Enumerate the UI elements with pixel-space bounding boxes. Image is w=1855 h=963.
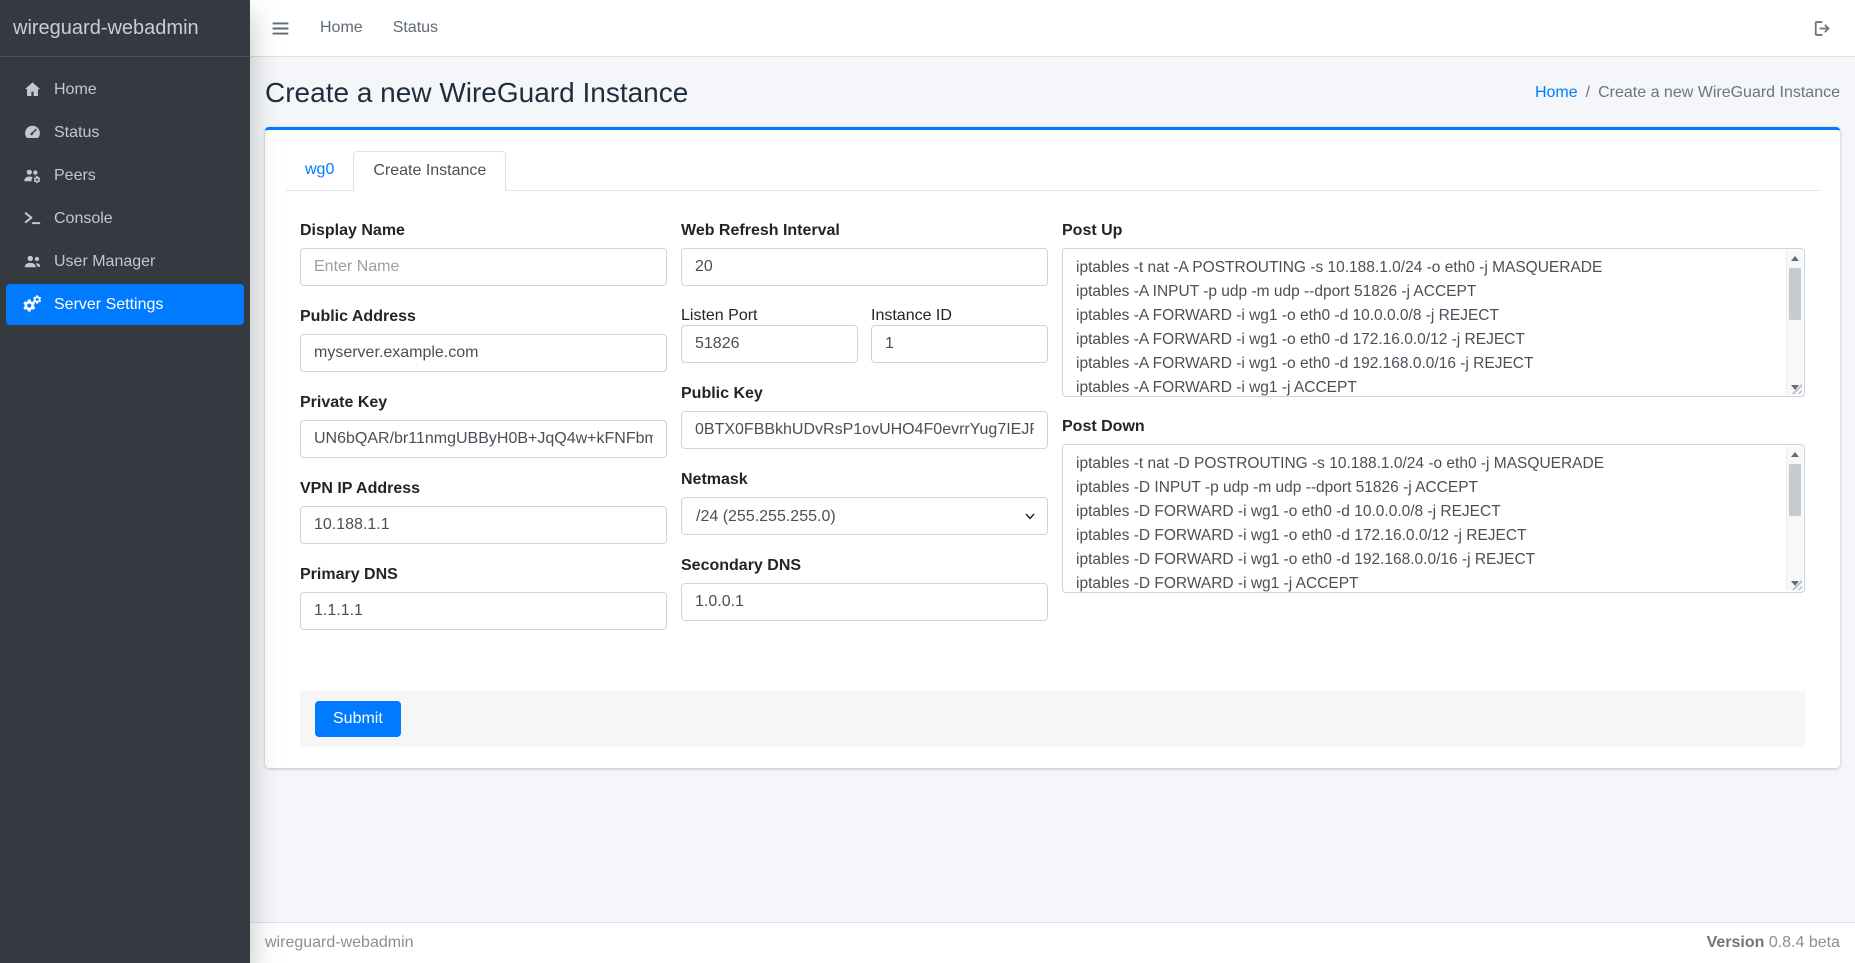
home-icon <box>20 80 45 99</box>
primary-dns-input[interactable] <box>300 592 667 630</box>
brand-text: wireguard-webadmin <box>13 17 199 40</box>
sidebar-item-console[interactable]: Console <box>6 198 244 239</box>
secondary-dns-input[interactable] <box>681 583 1048 621</box>
display-name-label: Display Name <box>300 221 667 240</box>
sidebar-menu: Home Status <box>0 57 250 325</box>
gears-icon <box>20 295 45 314</box>
public-key-label: Public Key <box>681 384 1048 403</box>
post-up-content: iptables -t nat -A POSTROUTING -s 10.188… <box>1063 249 1804 396</box>
sidebar-item-label: Status <box>54 122 99 143</box>
content: Create a new WireGuard Instance Home / C… <box>250 57 1855 922</box>
tab-wg0[interactable]: wg0 <box>286 151 353 190</box>
breadcrumb-current: Create a new WireGuard Instance <box>1598 84 1840 102</box>
post-down-content: iptables -t nat -D POSTROUTING -s 10.188… <box>1063 445 1804 592</box>
sidebar-item-server-settings[interactable]: Server Settings <box>6 284 244 325</box>
listen-port-input[interactable] <box>681 325 858 363</box>
sidebar-item-label: Peers <box>54 165 96 186</box>
navbar-link-home[interactable]: Home <box>305 11 378 45</box>
display-name-input[interactable] <box>300 248 667 286</box>
sidebar-item-label: Server Settings <box>54 294 163 315</box>
instance-card: wg0 Create Instance Display Name <box>265 127 1840 768</box>
top-navbar: Home Status <box>250 0 1855 57</box>
page-title: Create a new WireGuard Instance <box>265 77 688 109</box>
submit-bar: Submit <box>300 691 1805 747</box>
tachometer-icon <box>20 123 45 142</box>
main-area: Home Status Create a new WireGuard Insta… <box>250 0 1855 963</box>
terminal-icon <box>20 209 45 228</box>
users-icon <box>20 252 45 271</box>
sidebar-item-status[interactable]: Status <box>6 112 244 153</box>
sidebar: wireguard-webadmin Home Status <box>0 0 250 963</box>
instance-tabs: wg0 Create Instance <box>286 151 1819 191</box>
instance-id-input[interactable] <box>871 325 1048 363</box>
brand-link[interactable]: wireguard-webadmin <box>0 0 250 57</box>
footer-version-value: 0.8.4 beta <box>1769 934 1840 951</box>
sidebar-item-home[interactable]: Home <box>6 69 244 110</box>
post-up-label: Post Up <box>1062 221 1805 240</box>
post-up-textarea[interactable]: iptables -t nat -A POSTROUTING -s 10.188… <box>1062 248 1805 397</box>
breadcrumb-separator: / <box>1586 84 1590 102</box>
scrollbar-thumb[interactable] <box>1789 268 1801 320</box>
footer-version: Version 0.8.4 beta <box>1707 934 1840 952</box>
sidebar-item-user-manager[interactable]: User Manager <box>6 241 244 282</box>
public-key-input[interactable] <box>681 411 1048 449</box>
secondary-dns-label: Secondary DNS <box>681 556 1048 575</box>
scroll-up-arrow[interactable] <box>1787 250 1803 266</box>
primary-dns-label: Primary DNS <box>300 565 667 584</box>
netmask-select[interactable]: /24 (255.255.255.0) <box>681 497 1048 535</box>
sidebar-item-peers[interactable]: Peers <box>6 155 244 196</box>
sidebar-item-label: User Manager <box>54 251 155 272</box>
content-header: Create a new WireGuard Instance Home / C… <box>250 57 1855 119</box>
public-address-label: Public Address <box>300 307 667 326</box>
app-layout: wireguard-webadmin Home Status <box>0 0 1855 963</box>
web-refresh-interval-input[interactable] <box>681 248 1048 286</box>
netmask-label: Netmask <box>681 470 1048 489</box>
hamburger-icon <box>270 18 291 39</box>
navbar-link-status[interactable]: Status <box>378 11 453 45</box>
post-down-textarea[interactable]: iptables -t nat -D POSTROUTING -s 10.188… <box>1062 444 1805 593</box>
submit-button[interactable]: Submit <box>315 701 401 737</box>
scrollbar-thumb[interactable] <box>1789 464 1801 516</box>
public-address-input[interactable] <box>300 334 667 372</box>
footer-version-label: Version <box>1707 934 1765 951</box>
create-instance-pane: Display Name Public Address Private Key <box>286 191 1819 747</box>
tab-create-instance[interactable]: Create Instance <box>353 151 506 191</box>
web-refresh-interval-label: Web Refresh Interval <box>681 221 1048 240</box>
post-down-label: Post Down <box>1062 417 1805 436</box>
vpn-ip-label: VPN IP Address <box>300 479 667 498</box>
scroll-up-arrow[interactable] <box>1787 446 1803 462</box>
sidebar-item-label: Console <box>54 208 113 229</box>
post-up-scrollbar[interactable] <box>1786 250 1803 395</box>
listen-port-label: Listen Port <box>681 307 757 324</box>
users-gear-icon <box>20 166 45 185</box>
sidebar-item-label: Home <box>54 79 97 100</box>
sign-out-icon <box>1811 18 1832 39</box>
logout-button[interactable] <box>1811 18 1832 39</box>
page-footer: wireguard-webadmin Version 0.8.4 beta <box>250 922 1855 963</box>
footer-brand: wireguard-webadmin <box>265 934 414 952</box>
post-down-scrollbar[interactable] <box>1786 446 1803 591</box>
breadcrumb-home-link[interactable]: Home <box>1535 84 1578 102</box>
instance-id-label: Instance ID <box>871 307 952 324</box>
private-key-label: Private Key <box>300 393 667 412</box>
vpn-ip-input[interactable] <box>300 506 667 544</box>
private-key-input[interactable] <box>300 420 667 458</box>
sidebar-toggle-button[interactable] <box>270 18 291 39</box>
breadcrumb: Home / Create a new WireGuard Instance <box>1535 84 1840 102</box>
